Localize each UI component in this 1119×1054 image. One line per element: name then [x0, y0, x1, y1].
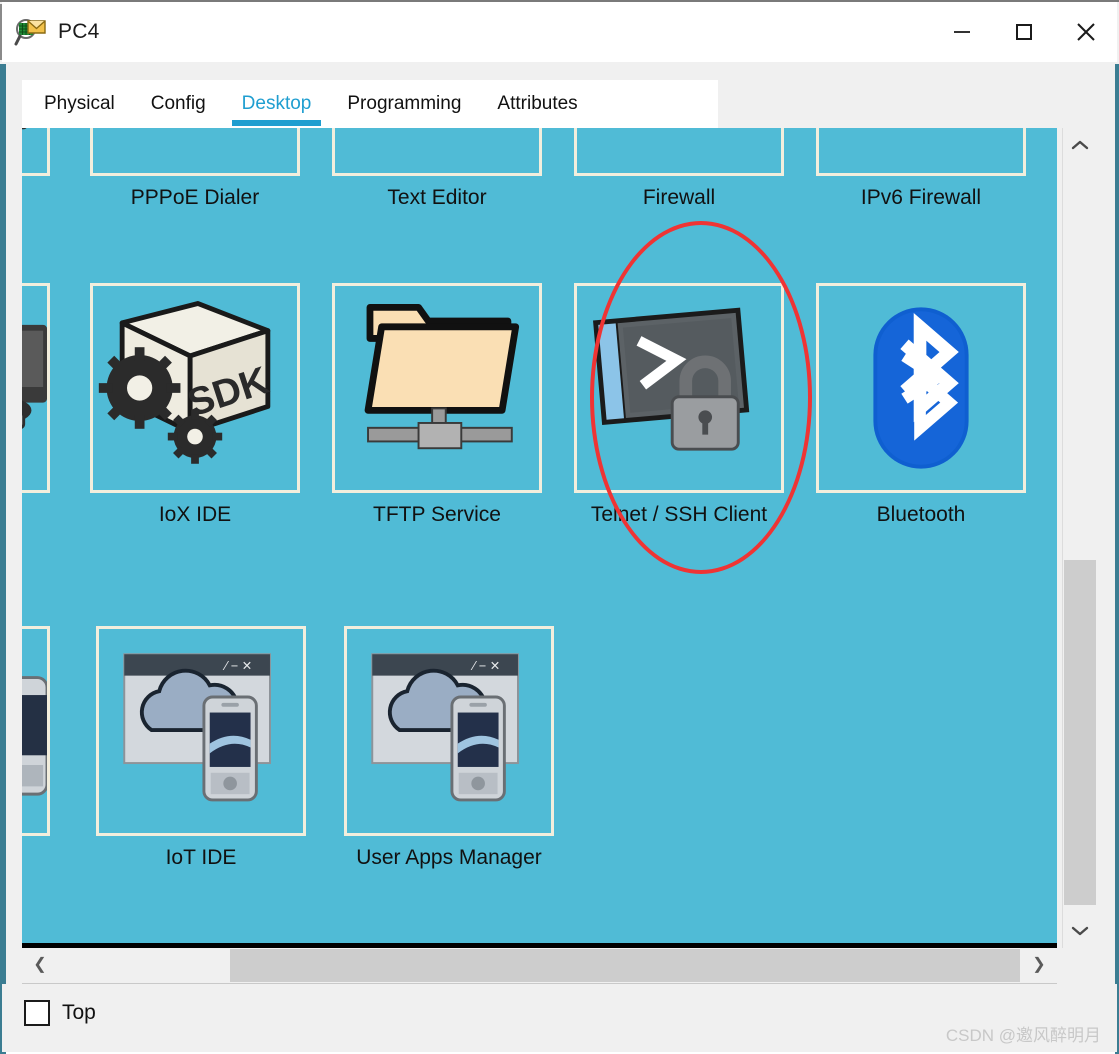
sdk-box-gears-icon: SDK [93, 286, 297, 490]
cloud-window-phone-icon: ⁄ − ✕ [99, 629, 303, 833]
app-item-tftp-service[interactable]: TFTP Service [312, 283, 562, 527]
text-editor-icon [335, 128, 539, 173]
svg-text:⁄ − ✕: ⁄ − ✕ [470, 659, 500, 673]
horizontal-scrollbar[interactable]: ❮ ❯ [22, 948, 1057, 984]
app-item-pppoe-dialer[interactable]: PPPoE Dialer [70, 128, 320, 210]
app-item-bluetooth[interactable]: Bluetooth [796, 283, 1046, 527]
chevron-down-icon[interactable] [1063, 914, 1097, 948]
app-tile [22, 128, 50, 176]
mobile-device-partial-icon [22, 629, 47, 833]
tab-programming-label: Programming [347, 93, 462, 114]
pppoe-dialer-icon [93, 128, 297, 173]
app-tile [332, 283, 542, 493]
vertical-scrollbar-thumb[interactable] [1064, 560, 1096, 905]
ipv6-firewall-icon [819, 128, 1023, 173]
tab-desktop[interactable]: Desktop [224, 80, 330, 128]
app-tile [22, 626, 50, 836]
chevron-right-icon[interactable]: ❯ [1021, 948, 1057, 982]
app-label: TFTP Service [373, 503, 501, 526]
top-checkbox[interactable] [24, 1000, 50, 1026]
tab-physical[interactable]: Physical [22, 80, 133, 128]
close-button[interactable] [1055, 3, 1117, 61]
app-item-user-apps-manager[interactable]: ⁄ − ✕ User Apps Manager [324, 626, 574, 870]
window-left-edge-body [0, 64, 6, 1054]
tab-physical-label: Physical [44, 93, 115, 114]
app-item-telnet-ssh-client[interactable]: Telnet / SSH Client [554, 283, 804, 527]
minimize-button[interactable] [931, 3, 993, 61]
app-label: IPv6 Firewall [860, 186, 982, 209]
firewall-icon [577, 128, 781, 173]
window-right-edge [1115, 64, 1119, 1054]
top-checkbox-row[interactable]: Top [24, 1000, 96, 1026]
app-label: User Apps Manager [356, 846, 542, 869]
app-item-ipv6-firewall[interactable]: IPv6 Firewall [796, 128, 1046, 210]
chevron-up-icon[interactable] [1063, 128, 1097, 162]
app-label: Telnet / SSH Client [590, 503, 768, 526]
vertical-scrollbar[interactable] [1062, 128, 1096, 948]
tab-programming[interactable]: Programming [329, 80, 479, 128]
watermark: CSDN @邀风醉明月 [945, 1026, 1101, 1045]
top-checkbox-label: Top [62, 1001, 96, 1024]
pc4-device-window: PC4 Physical Config Desktop Programming … [0, 0, 1119, 1054]
app-item-iot-ide[interactable]: ⁄ − ✕ IoT IDE [76, 626, 326, 870]
app-item-clipped-topleft[interactable] [22, 128, 70, 186]
maximize-button[interactable] [993, 3, 1055, 61]
app-label: r [22, 503, 70, 527]
email-browser-partial-icon [22, 286, 47, 490]
tab-config-label: Config [150, 93, 206, 114]
app-label: Text Editor [387, 186, 487, 209]
app-tile: SDK [90, 283, 300, 493]
folder-network-icon [335, 286, 539, 490]
app-item-clipped-midleft[interactable]: r [22, 283, 70, 527]
tab-config[interactable]: Config [133, 80, 224, 128]
chevron-left-icon[interactable]: ❮ [22, 948, 58, 982]
horizontal-scrollbar-thumb[interactable] [230, 949, 1020, 982]
window-title: PC4 [58, 20, 100, 43]
app-item-text-editor[interactable]: Text Editor [312, 128, 562, 210]
app-tile: ⁄ − ✕ [96, 626, 306, 836]
svg-text:⁄ − ✕: ⁄ − ✕ [222, 659, 252, 673]
app-tile [22, 283, 50, 493]
window-footer: Top CSDN @邀风醉明月 [2, 984, 1117, 1052]
app-label: IoX IDE [158, 503, 232, 526]
app-tile: ⁄ − ✕ [344, 626, 554, 836]
tab-bar: Physical Config Desktop Programming Attr… [22, 80, 718, 128]
app-tile [90, 128, 300, 176]
partial-clipped-icon [22, 128, 47, 173]
cloud-window-phone-icon: ⁄ − ✕ [347, 629, 551, 833]
title-bar: PC4 [2, 2, 1117, 62]
app-item-iox-ide[interactable]: SDK IoX IDE [70, 283, 320, 527]
app-tile [816, 128, 1026, 176]
tab-desktop-label: Desktop [241, 93, 312, 114]
app-tile [574, 283, 784, 493]
desktop-app-grid-panel: PPPoE Dialer Text Editor Firewall IPv6 F… [22, 128, 1057, 943]
inspect-envelope-icon [14, 15, 48, 49]
app-label: IoT IDE [165, 846, 237, 869]
app-label: Bluetooth [876, 503, 966, 526]
app-item-clipped-bottomleft[interactable] [22, 626, 70, 846]
app-item-firewall[interactable]: Firewall [554, 128, 804, 210]
app-label: PPPoE Dialer [130, 186, 260, 209]
app-tile [574, 128, 784, 176]
tab-attributes[interactable]: Attributes [479, 80, 595, 128]
app-tile [816, 283, 1026, 493]
tab-attributes-label: Attributes [497, 93, 578, 114]
terminal-lock-icon [577, 286, 781, 490]
app-label: Firewall [642, 186, 716, 209]
app-tile [332, 128, 542, 176]
window-controls [931, 2, 1117, 62]
bluetooth-icon [819, 286, 1023, 490]
